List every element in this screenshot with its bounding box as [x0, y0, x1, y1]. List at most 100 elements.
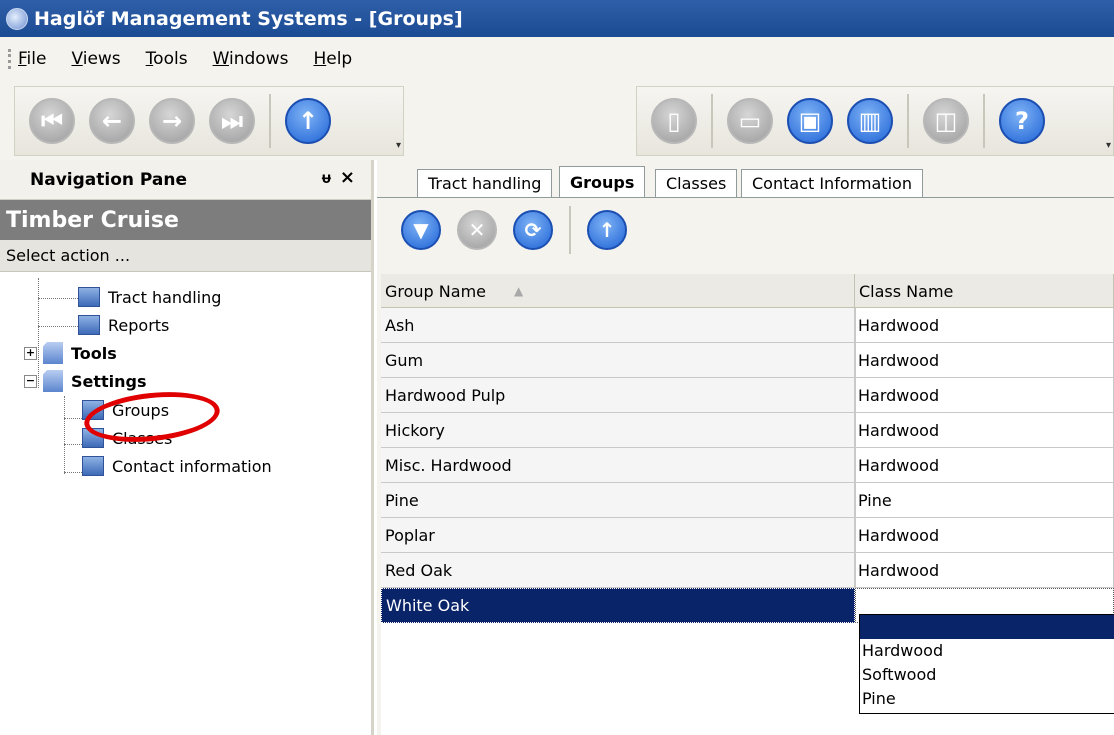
main-panel: Tract handling Groups Classes Contact In… [377, 160, 1114, 735]
menu-tools[interactable]: Tools [146, 49, 188, 69]
app-logo-icon [6, 7, 28, 30]
tab-classes[interactable]: Classes [655, 169, 738, 197]
group-name-cell[interactable]: White Oak [381, 588, 855, 623]
section-title: Timber Cruise [0, 200, 371, 240]
table-row[interactable]: Red Oak Hardwood [381, 553, 1114, 588]
table-row[interactable]: Misc. Hardwood Hardwood [381, 448, 1114, 483]
table-row[interactable]: Hardwood Pulp Hardwood [381, 378, 1114, 413]
menu-help[interactable]: Help [313, 49, 352, 69]
group-name-cell[interactable]: Hickory [381, 413, 855, 448]
toolbar-separator [711, 94, 713, 148]
form-icon [78, 287, 100, 307]
class-name-cell[interactable]: Pine [855, 483, 1114, 518]
expand-icon[interactable]: + [24, 346, 37, 360]
class-name-cell[interactable]: Hardwood [855, 343, 1114, 378]
group-name-cell[interactable]: Pine [381, 483, 855, 518]
select-action-label: Select action ... [0, 240, 371, 272]
help-button[interactable]: ? [999, 98, 1045, 144]
navigation-pane: Navigation Pane ᵾ × Timber Cruise Select… [0, 160, 374, 735]
tree-item-label: Reports [108, 315, 170, 335]
tree-line [38, 326, 78, 327]
tree-line [64, 396, 65, 474]
pin-icon[interactable]: ᵾ [322, 168, 331, 188]
grid-header: Group Name ▲ Class Name [381, 274, 1114, 308]
tab-strip: Tract handling Groups Classes Contact In… [377, 160, 1114, 198]
table-row[interactable]: Poplar Hardwood [381, 518, 1114, 553]
tree-item-contact-information[interactable]: Contact information [82, 452, 272, 480]
dropdown-option-pine[interactable]: Pine [860, 687, 1114, 711]
save-button[interactable]: ▣ [787, 98, 833, 144]
dropdown-empty-option[interactable] [860, 615, 1114, 639]
tree-item-tools[interactable]: + Tools [24, 339, 117, 367]
group-name-cell[interactable]: Hardwood Pulp [381, 378, 855, 413]
class-name-cell[interactable]: Hardwood [855, 448, 1114, 483]
close-icon[interactable]: × [340, 167, 355, 188]
tree-line [64, 418, 82, 419]
table-row[interactable]: Hickory Hardwood [381, 413, 1114, 448]
toolbar-separator [907, 94, 909, 148]
tree-line [64, 444, 82, 445]
form-icon [82, 456, 104, 476]
up-arrow-button[interactable]: ↑ [285, 98, 331, 144]
class-name-cell[interactable]: Hardwood [855, 378, 1114, 413]
column-header-group-name[interactable]: Group Name ▲ [381, 274, 855, 308]
dropdown-option-hardwood[interactable]: Hardwood [860, 639, 1114, 663]
dropdown-option-softwood[interactable]: Softwood [860, 663, 1114, 687]
up-arrow-button[interactable]: ↑ [587, 210, 627, 250]
new-document-button[interactable]: ▯ [651, 98, 697, 144]
group-name-cell[interactable]: Misc. Hardwood [381, 448, 855, 483]
class-name-cell[interactable]: Hardwood [855, 553, 1114, 588]
tree-item-label: Settings [71, 371, 147, 391]
group-name-cell[interactable]: Ash [381, 308, 855, 343]
folder-icon [43, 370, 63, 392]
menu-file[interactable]: File [18, 49, 46, 69]
menu-views[interactable]: Views [71, 49, 120, 69]
table-row[interactable]: Gum Hardwood [381, 343, 1114, 378]
toolbar-overflow-icon[interactable]: ▾ [396, 140, 401, 151]
tree-item-label: Tools [71, 343, 117, 363]
menu-bar: File Views Tools Windows Help [0, 37, 1114, 80]
first-record-button[interactable]: ⏮ [29, 98, 75, 144]
filter-button[interactable]: ▼ [401, 210, 441, 250]
menu-windows[interactable]: Windows [213, 49, 289, 69]
table-row[interactable]: Ash Hardwood [381, 308, 1114, 343]
previous-record-button[interactable]: ← [89, 98, 135, 144]
tree-item-settings[interactable]: − Settings [24, 367, 147, 395]
toolbar-overflow-icon[interactable]: ▾ [1106, 140, 1111, 151]
tab-groups[interactable]: Groups [559, 166, 646, 198]
navigation-toolbar: ⏮ ← → ⏭ ↑ ▾ [14, 86, 404, 156]
navigation-pane-title: Navigation Pane [30, 169, 188, 190]
last-record-button[interactable]: ⏭ [209, 98, 255, 144]
group-name-cell[interactable]: Red Oak [381, 553, 855, 588]
class-name-dropdown-list[interactable]: Hardwood Softwood Pine [859, 614, 1114, 714]
open-folder-button[interactable]: ▭ [727, 98, 773, 144]
refresh-button[interactable]: ⟳ [513, 210, 553, 250]
tree-item-reports[interactable]: Reports [78, 311, 169, 339]
tree-item-tract-handling[interactable]: Tract handling [78, 283, 221, 311]
toolbar-row: ⏮ ← → ⏭ ↑ ▾ ▯ ▭ ▣ ▥ ◫ ? ▾ [0, 80, 1114, 160]
class-name-cell[interactable]: Hardwood [855, 308, 1114, 343]
toolbar-separator [569, 206, 571, 254]
title-bar: Haglöf Management Systems - [Groups] [0, 0, 1114, 37]
group-name-cell[interactable]: Gum [381, 343, 855, 378]
file-toolbar: ▯ ▭ ▣ ▥ ◫ ? ▾ [636, 86, 1114, 156]
group-name-cell[interactable]: Poplar [381, 518, 855, 553]
print-preview-button[interactable]: ◫ [923, 98, 969, 144]
class-name-cell[interactable]: Hardwood [855, 413, 1114, 448]
groups-toolbar: ▼ ✕ ⟳ ↑ [377, 198, 1114, 262]
tab-tract-handling[interactable]: Tract handling [417, 169, 553, 197]
collapse-icon[interactable]: − [24, 374, 37, 388]
delete-trash-button[interactable]: ▥ [847, 98, 893, 144]
column-header-class-name[interactable]: Class Name [855, 274, 1114, 308]
class-name-cell[interactable]: Hardwood [855, 518, 1114, 553]
tree-item-label: Tract handling [108, 287, 222, 307]
navigation-pane-header: Navigation Pane ᵾ × [0, 160, 371, 200]
tree-item-label: Contact information [112, 456, 272, 476]
tab-contact-information[interactable]: Contact Information [741, 169, 923, 197]
next-record-button[interactable]: → [149, 98, 195, 144]
column-header-label: Group Name [385, 281, 486, 301]
toolbar-separator [269, 94, 271, 148]
remove-filter-button[interactable]: ✕ [457, 210, 497, 250]
window-title: Haglöf Management Systems - [Groups] [34, 7, 463, 30]
table-row[interactable]: Pine Pine [381, 483, 1114, 518]
